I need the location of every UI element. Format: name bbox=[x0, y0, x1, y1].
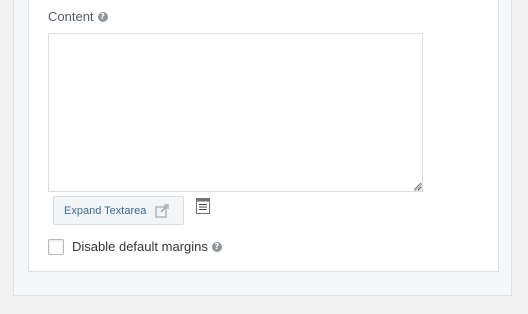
question-circle-icon[interactable]: ? bbox=[211, 242, 222, 252]
question-circle-icon[interactable]: ? bbox=[97, 12, 108, 22]
edit-external-icon bbox=[155, 203, 169, 218]
document-lines-icon[interactable] bbox=[196, 198, 210, 214]
expand-textarea-label: Expand Textarea bbox=[64, 204, 147, 217]
resize-grip-icon[interactable] bbox=[414, 183, 422, 191]
expand-textarea-button[interactable]: Expand Textarea bbox=[53, 196, 184, 225]
content-textarea[interactable] bbox=[48, 33, 423, 192]
disable-margins-row: Disable default margins ? bbox=[48, 239, 222, 255]
disable-margins-checkbox[interactable] bbox=[48, 239, 64, 255]
content-field-label-row: Content ? bbox=[48, 9, 108, 25]
disable-margins-label: Disable default margins bbox=[72, 239, 208, 254]
content-label: Content bbox=[48, 9, 94, 24]
